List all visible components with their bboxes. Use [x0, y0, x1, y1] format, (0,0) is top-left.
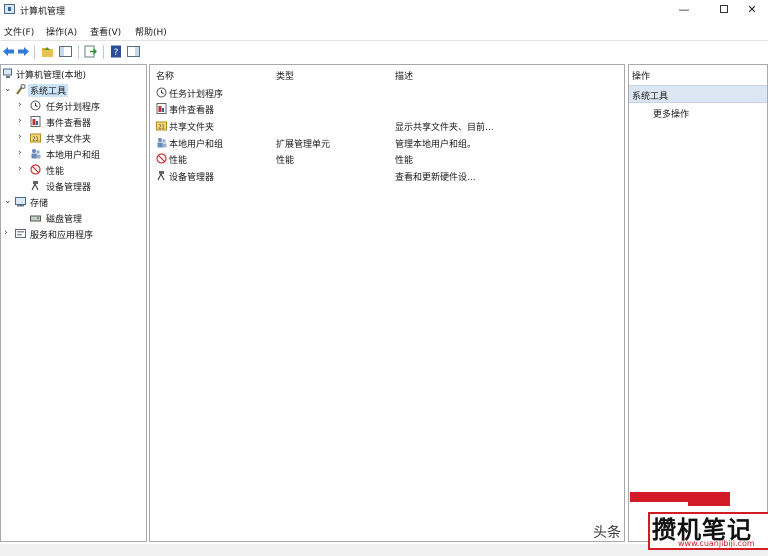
- tree-label: 设备管理器: [46, 183, 92, 193]
- chevron-right-icon[interactable]: ›: [18, 148, 22, 158]
- list-row[interactable]: 21 共享文件夹 显示共享文件夹、目前...: [154, 119, 614, 134]
- list-row[interactable]: 事件查看器: [154, 102, 614, 117]
- cell-description: 性能: [395, 156, 414, 166]
- users-icon: [157, 138, 167, 148]
- column-header-type[interactable]: 类型: [276, 69, 294, 82]
- system-tools-icon: [16, 84, 26, 95]
- chevron-right-icon[interactable]: ›: [18, 100, 22, 110]
- tree-label: 性能: [46, 167, 65, 177]
- chevron-right-icon[interactable]: ›: [18, 132, 22, 142]
- toolbar: ?: [0, 40, 768, 62]
- event-log-icon: [156, 103, 167, 114]
- cell-type: 扩展管理单元: [276, 140, 331, 150]
- export-list-icon[interactable]: [84, 45, 97, 58]
- console-tree-pane: 计算机管理(本地) ⌄ 系统工具 › 任务计划程序 › 事件查看器 › 21 共…: [0, 64, 147, 542]
- tree-label: 任务计划程序: [46, 103, 101, 113]
- cell-name: 共享文件夹: [169, 123, 215, 133]
- event-log-icon: [30, 116, 41, 127]
- services-icon: [15, 229, 26, 238]
- cell-description: 查看和更新硬件设...: [395, 173, 476, 183]
- chevron-down-icon[interactable]: ⌄: [4, 84, 12, 94]
- tree-label: 事件查看器: [46, 119, 92, 129]
- chevron-right-icon[interactable]: ›: [18, 116, 22, 126]
- tree-label: 共享文件夹: [46, 135, 92, 145]
- cell-description: 显示共享文件夹、目前...: [395, 123, 494, 133]
- chevron-right-icon[interactable]: ›: [18, 164, 22, 174]
- chevron-right-icon[interactable]: ›: [4, 228, 8, 238]
- cell-type: 性能: [276, 156, 295, 166]
- menu-view[interactable]: 查看(V): [90, 25, 121, 38]
- tree-label: 服务和应用程序: [30, 231, 94, 241]
- list-row[interactable]: 任务计划程序: [154, 86, 614, 101]
- device-manager-icon: [31, 181, 39, 191]
- device-manager-icon: [157, 171, 165, 181]
- toolbar-separator: [34, 45, 35, 59]
- console-tree-icon[interactable]: [59, 45, 72, 58]
- watermark-url: www.cuanjibiji.com: [678, 539, 755, 548]
- list-row[interactable]: 本地用户和组 扩展管理单元 管理本地用户和组。: [154, 136, 614, 151]
- tree-label: 系统工具: [28, 84, 69, 97]
- cell-name: 任务计划程序: [169, 90, 224, 100]
- logo-bar: [688, 500, 730, 506]
- users-icon: [31, 149, 41, 159]
- column-header-description[interactable]: 描述: [395, 69, 413, 82]
- menu-action[interactable]: 操作(A): [46, 25, 77, 38]
- computer-management-icon: [4, 4, 15, 14]
- tree-label: 磁盘管理: [46, 215, 83, 225]
- menu-file[interactable]: 文件(F): [4, 25, 34, 38]
- close-button[interactable]: ✕: [736, 0, 768, 20]
- shared-folder-icon: 21: [30, 133, 41, 143]
- storage-icon: [15, 197, 26, 207]
- actions-pane: 操作 系统工具 更多操作: [628, 64, 768, 542]
- forward-arrow-icon[interactable]: [17, 45, 30, 58]
- window-title: 计算机管理: [20, 7, 66, 17]
- list-row[interactable]: 设备管理器 查看和更新硬件设...: [154, 169, 614, 184]
- tree-label: 计算机管理(本地): [16, 71, 87, 81]
- cell-description: 管理本地用户和组。: [395, 140, 477, 150]
- tree-label: 存储: [30, 199, 49, 209]
- watermark-logo: 攒机笔记 www.cuanjibiji.com: [630, 492, 768, 556]
- performance-icon: [30, 164, 41, 175]
- svg-text:21: 21: [158, 125, 164, 131]
- list-row[interactable]: 性能 性能 性能: [154, 152, 614, 167]
- actions-header: 操作: [632, 72, 651, 82]
- svg-text:?: ?: [114, 48, 119, 58]
- performance-icon: [156, 153, 167, 164]
- column-header-name[interactable]: 名称: [156, 69, 174, 82]
- up-folder-icon[interactable]: [41, 45, 54, 58]
- watermark-source: 头条: [593, 525, 621, 541]
- cell-name: 本地用户和组: [169, 140, 224, 150]
- cell-name: 性能: [169, 156, 188, 166]
- toolbar-separator: [103, 45, 104, 59]
- clock-icon: [30, 100, 41, 111]
- title-bar: 计算机管理 — ✕: [0, 0, 768, 20]
- actions-section-system-tools[interactable]: 系统工具: [629, 85, 767, 103]
- cell-name: 设备管理器: [169, 173, 215, 183]
- clock-icon: [156, 87, 167, 98]
- details-pane: 名称 类型 描述 任务计划程序 事件查看器 21 共享文件夹 显示共享文件夹、目…: [149, 64, 625, 542]
- chevron-down-icon[interactable]: ⌄: [4, 196, 12, 206]
- tree-label: 本地用户和组: [46, 151, 101, 161]
- show-action-pane-icon[interactable]: [127, 45, 140, 58]
- cell-name: 事件查看器: [169, 106, 215, 116]
- minimize-button[interactable]: —: [664, 0, 704, 20]
- more-actions-link[interactable]: 更多操作: [653, 107, 689, 120]
- computer-management-icon: [3, 68, 12, 78]
- menu-help[interactable]: 帮助(H): [135, 25, 167, 38]
- svg-text:21: 21: [32, 137, 38, 143]
- maximize-icon: [720, 5, 728, 13]
- shared-folder-icon: 21: [156, 121, 167, 131]
- disk-icon: [30, 215, 41, 222]
- help-icon[interactable]: ?: [110, 45, 123, 58]
- toolbar-separator: [78, 45, 79, 59]
- back-arrow-icon[interactable]: [2, 45, 15, 58]
